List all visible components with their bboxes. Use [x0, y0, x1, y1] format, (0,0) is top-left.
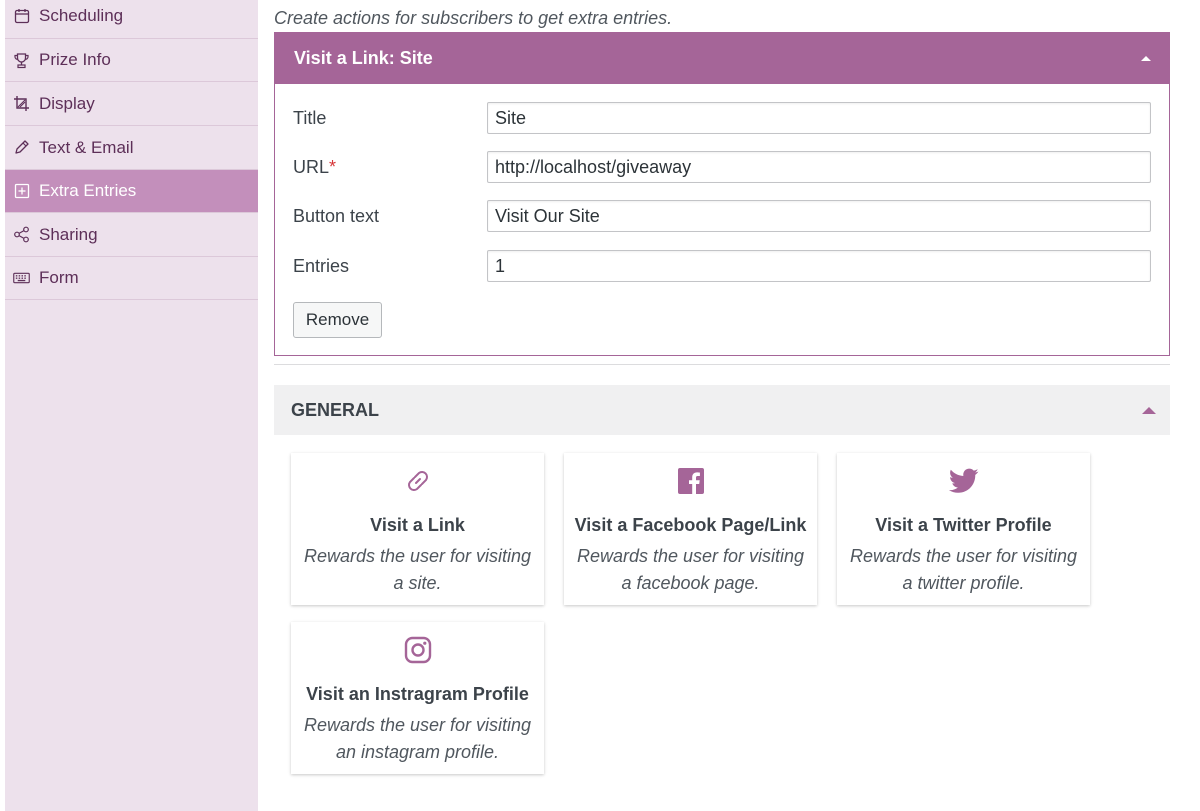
card-description: Rewards the user for visiting an instagr… — [297, 712, 538, 766]
sidebar-item-label: Extra Entries — [39, 181, 137, 200]
entries-label: Entries — [293, 255, 350, 276]
button-text-input[interactable] — [487, 200, 1151, 232]
card-title: Visit a Link — [370, 515, 465, 535]
sidebar-item-label: Sharing — [39, 224, 98, 244]
calendar-icon — [13, 8, 30, 25]
collapse-caret-icon[interactable] — [1142, 406, 1156, 414]
entries-field-row: Entries — [293, 249, 1151, 283]
share-icon — [13, 226, 30, 243]
action-card-visit-link[interactable]: Visit a Link Rewards the user for visiti… — [291, 453, 544, 605]
card-description-line: Rewards the user for visiting — [303, 546, 532, 566]
sidebar-item-label: Text & Email — [39, 137, 134, 157]
card-title: Visit an Instragram Profile — [306, 684, 529, 704]
sidebar-item-display[interactable]: Display — [5, 82, 258, 126]
trophy-icon — [13, 52, 30, 69]
crop-icon — [13, 95, 30, 112]
sidebar-item-prize-info[interactable]: Prize Info — [5, 39, 258, 82]
link-icon — [291, 465, 544, 497]
sidebar-item-label: Prize Info — [39, 50, 111, 69]
sidebar-item-sharing[interactable]: Sharing — [5, 213, 258, 257]
title-label: Title — [293, 107, 327, 128]
general-section-header[interactable]: GENERAL — [274, 385, 1170, 435]
card-description-line: Rewards the user for visiting — [849, 546, 1078, 566]
card-description-line: a facebook page. — [621, 573, 760, 593]
card-description: Rewards the user for visiting a facebook… — [570, 543, 811, 597]
plus-square-icon — [13, 183, 30, 200]
url-input[interactable] — [487, 151, 1151, 183]
sidebar-item-scheduling[interactable]: Scheduling — [5, 0, 258, 39]
card-description-line: Rewards the user for visiting — [303, 715, 532, 735]
action-card-visit-facebook[interactable]: Visit a Facebook Page/Link Rewards the u… — [564, 453, 817, 605]
card-description: Rewards the user for visiting a site. — [297, 543, 538, 597]
remove-button[interactable]: Remove — [293, 302, 382, 338]
action-panel: Visit a Link: Site Title URL* Button tex… — [274, 32, 1170, 356]
collapse-caret-icon[interactable] — [1141, 56, 1151, 61]
sidebar-item-label: Scheduling — [39, 6, 124, 25]
sidebar-item-form[interactable]: Form — [5, 257, 258, 300]
card-title: Visit a Facebook Page/Link — [574, 515, 807, 535]
card-description-line: an instagram profile. — [335, 742, 500, 762]
action-card-visit-instagram[interactable]: Visit an Instragram Profile Rewards the … — [291, 622, 544, 774]
sidebar-item-extra-entries[interactable]: Extra Entries — [5, 170, 258, 213]
keyboard-icon — [13, 270, 30, 287]
action-panel-title: Visit a Link: Site — [294, 48, 433, 68]
divider — [274, 364, 1170, 365]
card-title: Visit a Twitter Profile — [875, 515, 1052, 535]
card-description-line: Rewards the user for visiting — [576, 546, 805, 566]
settings-sidebar: Scheduling Prize Info Display Text & Ema… — [0, 0, 258, 811]
sidebar-item-text-email[interactable]: Text & Email — [5, 126, 258, 170]
url-label-wrap: URL* — [293, 157, 487, 178]
sidebar-item-label: Form — [39, 268, 79, 287]
entries-input[interactable] — [487, 250, 1151, 282]
instagram-icon — [291, 634, 544, 666]
sidebar-item-label: Display — [39, 93, 95, 113]
title-input[interactable] — [487, 102, 1151, 134]
facebook-icon — [564, 465, 817, 497]
card-description: Rewards the user for visiting a twitter … — [843, 543, 1084, 597]
pencil-icon — [13, 139, 30, 156]
button-text-field-row: Button text — [293, 199, 1151, 233]
card-description-line: a twitter profile. — [902, 573, 1025, 593]
required-marker: * — [329, 156, 337, 177]
url-label: URL — [293, 156, 330, 177]
button-text-label: Button text — [293, 205, 380, 226]
card-description-line: a site. — [393, 573, 442, 593]
action-card-visit-twitter[interactable]: Visit a Twitter Profile Rewards the user… — [837, 453, 1090, 605]
intro-text: Create actions for subscribers to get ex… — [274, 8, 673, 28]
title-field-row: Title — [293, 101, 1151, 135]
general-heading: GENERAL — [291, 399, 380, 420]
twitter-icon — [837, 465, 1090, 497]
url-field-row: URL* — [293, 150, 1151, 184]
action-panel-header[interactable]: Visit a Link: Site — [275, 33, 1169, 84]
page: Scheduling Prize Info Display Text & Ema… — [0, 0, 1200, 811]
